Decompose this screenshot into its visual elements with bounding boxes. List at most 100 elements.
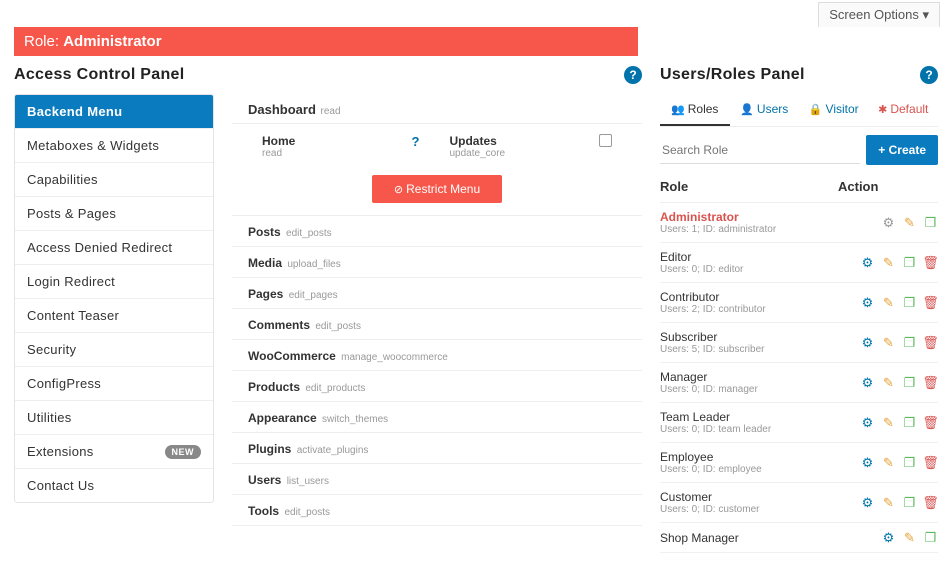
tab-visitor[interactable]: 🔒Visitor bbox=[799, 94, 869, 126]
header-action: Action bbox=[838, 179, 938, 194]
menu-cap-row[interactable]: Pages edit_pages bbox=[232, 278, 642, 309]
search-role-input[interactable] bbox=[660, 137, 860, 164]
menu-cap-title: Plugins bbox=[248, 442, 291, 456]
menu-cap-capability: list_users bbox=[287, 476, 329, 487]
clone-icon[interactable]: ❐ bbox=[902, 295, 917, 310]
menu-cap-capability: manage_woocommerce bbox=[341, 352, 448, 363]
tab-users[interactable]: 👤Users bbox=[730, 94, 800, 126]
clone-icon[interactable]: ❐ bbox=[902, 495, 917, 510]
role-row[interactable]: ManagerUsers: 0; ID: manager⚙✎❐🗑 bbox=[660, 363, 938, 403]
role-row[interactable]: ContributorUsers: 2; ID: contributor⚙✎❐🗑 bbox=[660, 283, 938, 323]
menu-cap-row[interactable]: Plugins activate_plugins bbox=[232, 433, 642, 464]
edit-icon[interactable]: ✎ bbox=[881, 455, 896, 470]
role-row[interactable]: Shop Manager⚙✎❐ bbox=[660, 523, 938, 553]
manage-icon[interactable]: ⚙ bbox=[860, 495, 875, 510]
sidebar-item[interactable]: Content Teaser bbox=[15, 299, 213, 333]
sidebar-item[interactable]: Contact Us bbox=[15, 469, 213, 502]
menu-cap-title: Users bbox=[248, 473, 281, 487]
dashboard-header[interactable]: Dashboard read bbox=[232, 94, 642, 124]
question-icon[interactable]: ? bbox=[412, 134, 420, 149]
sidebar-item[interactable]: Login Redirect bbox=[15, 265, 213, 299]
delete-icon[interactable]: 🗑 bbox=[923, 455, 938, 470]
left-panel-title: Access Control Panel bbox=[14, 66, 185, 84]
tab-default[interactable]: ✱Default bbox=[869, 94, 939, 126]
role-row[interactable]: SubscriberUsers: 5; ID: subscriber⚙✎❐🗑 bbox=[660, 323, 938, 363]
role-row[interactable]: CustomerUsers: 0; ID: customer⚙✎❐🗑 bbox=[660, 483, 938, 523]
menu-cap-row[interactable]: Tools edit_posts bbox=[232, 495, 642, 526]
help-icon-right[interactable]: ? bbox=[920, 66, 938, 84]
role-row[interactable]: EmployeeUsers: 0; ID: employee⚙✎❐🗑 bbox=[660, 443, 938, 483]
updates-label: Updates bbox=[449, 134, 599, 148]
delete-icon[interactable]: 🗑 bbox=[923, 415, 938, 430]
updates-checkbox[interactable] bbox=[599, 134, 612, 147]
sidebar-item[interactable]: ConfigPress bbox=[15, 367, 213, 401]
restrict-menu-button[interactable]: Restrict Menu bbox=[372, 175, 502, 203]
edit-icon[interactable]: ✎ bbox=[881, 335, 896, 350]
delete-icon[interactable]: 🗑 bbox=[923, 295, 938, 310]
menu-cap-row[interactable]: Posts edit_posts bbox=[232, 216, 642, 247]
edit-icon[interactable]: ✎ bbox=[881, 375, 896, 390]
sidebar-item[interactable]: Access Denied Redirect bbox=[15, 231, 213, 265]
tab-roles-label: Roles bbox=[688, 102, 719, 116]
edit-icon[interactable]: ✎ bbox=[881, 295, 896, 310]
dashboard-cap: read bbox=[321, 106, 341, 117]
screen-options-button[interactable]: Screen Options ▾ bbox=[818, 2, 940, 27]
menu-cap-row[interactable]: Appearance switch_themes bbox=[232, 402, 642, 433]
sidebar-item[interactable]: Metaboxes & Widgets bbox=[15, 129, 213, 163]
clone-icon[interactable]: ❐ bbox=[902, 335, 917, 350]
clone-icon[interactable]: ❐ bbox=[902, 415, 917, 430]
clone-icon[interactable]: ❐ bbox=[902, 375, 917, 390]
roles-icon: 👥 bbox=[671, 104, 685, 116]
menu-cap-row[interactable]: Comments edit_posts bbox=[232, 309, 642, 340]
sidebar-item[interactable]: ExtensionsNEW bbox=[15, 435, 213, 469]
manage-icon[interactable]: ⚙ bbox=[881, 215, 896, 230]
clone-icon[interactable]: ❐ bbox=[902, 455, 917, 470]
role-row[interactable]: EditorUsers: 0; ID: editor⚙✎❐🗑 bbox=[660, 243, 938, 283]
manage-icon[interactable]: ⚙ bbox=[860, 295, 875, 310]
clone-icon[interactable]: ❐ bbox=[923, 215, 938, 230]
sidebar-item[interactable]: Security bbox=[15, 333, 213, 367]
sidebar-item[interactable]: Utilities bbox=[15, 401, 213, 435]
menu-cap-row[interactable]: Users list_users bbox=[232, 464, 642, 495]
edit-icon[interactable]: ✎ bbox=[881, 255, 896, 270]
sidebar-item-label: Access Denied Redirect bbox=[27, 240, 172, 255]
delete-icon[interactable]: 🗑 bbox=[923, 495, 938, 510]
edit-icon[interactable]: ✎ bbox=[881, 415, 896, 430]
menu-cap-row[interactable]: WooCommerce manage_woocommerce bbox=[232, 340, 642, 371]
role-row[interactable]: Team LeaderUsers: 0; ID: team leader⚙✎❐🗑 bbox=[660, 403, 938, 443]
clone-icon[interactable]: ❐ bbox=[902, 255, 917, 270]
sidebar-item[interactable]: Capabilities bbox=[15, 163, 213, 197]
delete-icon[interactable]: 🗑 bbox=[923, 375, 938, 390]
home-cap: read bbox=[262, 148, 412, 159]
role-meta: Users: 5; ID: subscriber bbox=[660, 344, 838, 355]
menu-cap-title: Tools bbox=[248, 504, 279, 518]
tab-roles[interactable]: 👥Roles bbox=[660, 94, 730, 126]
tab-visitor-label: Visitor bbox=[826, 102, 859, 116]
manage-icon[interactable]: ⚙ bbox=[860, 415, 875, 430]
help-icon[interactable]: ? bbox=[624, 66, 642, 84]
manage-icon[interactable]: ⚙ bbox=[881, 530, 896, 545]
delete-icon[interactable]: 🗑 bbox=[923, 255, 938, 270]
menu-cap-row[interactable]: Media upload_files bbox=[232, 247, 642, 278]
sidebar-menu: Backend MenuMetaboxes & Widgets Capabilit… bbox=[14, 94, 214, 503]
asterisk-icon: ✱ bbox=[878, 104, 887, 116]
manage-icon[interactable]: ⚙ bbox=[860, 375, 875, 390]
sidebar-item[interactable]: Backend Menu bbox=[15, 95, 213, 129]
sidebar-item-label: Utilities bbox=[27, 410, 72, 425]
edit-icon[interactable]: ✎ bbox=[881, 495, 896, 510]
delete-icon[interactable]: 🗑 bbox=[923, 335, 938, 350]
manage-icon[interactable]: ⚙ bbox=[860, 255, 875, 270]
edit-icon[interactable]: ✎ bbox=[902, 530, 917, 545]
menu-cap-row[interactable]: Products edit_products bbox=[232, 371, 642, 402]
role-row[interactable]: AdministratorUsers: 1; ID: administrator… bbox=[660, 203, 938, 243]
menu-cap-capability: edit_pages bbox=[289, 290, 338, 301]
menu-cap-capability: edit_products bbox=[305, 383, 365, 394]
sidebar-item[interactable]: Posts & Pages bbox=[15, 197, 213, 231]
sidebar-item-label: Extensions bbox=[27, 444, 94, 459]
manage-icon[interactable]: ⚙ bbox=[860, 455, 875, 470]
manage-icon[interactable]: ⚙ bbox=[860, 335, 875, 350]
clone-icon[interactable]: ❐ bbox=[923, 530, 938, 545]
sidebar-item-label: Capabilities bbox=[27, 172, 98, 187]
edit-icon[interactable]: ✎ bbox=[902, 215, 917, 230]
create-role-button[interactable]: Create bbox=[866, 135, 938, 165]
